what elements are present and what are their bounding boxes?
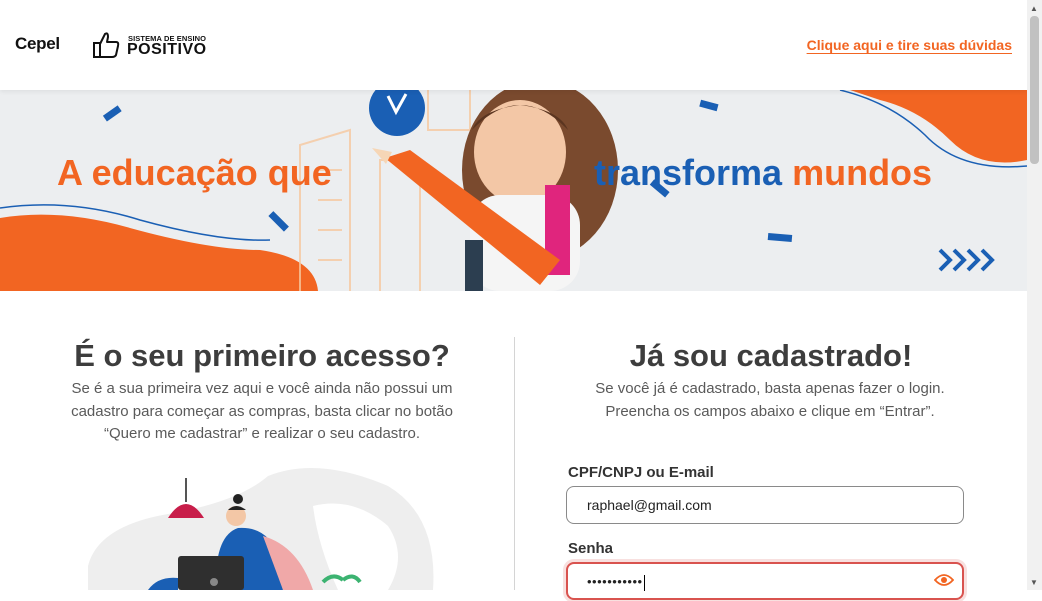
email-label: CPF/CNPJ ou E-mail — [568, 464, 714, 481]
login-title: Já sou cadastrado! — [629, 338, 913, 373]
help-link[interactable]: Clique aqui e tire suas dúvidas — [807, 37, 1012, 53]
hero-banner: A educação que transforma mundos — [0, 90, 1027, 291]
eye-icon[interactable] — [934, 573, 954, 587]
password-label: Senha — [568, 540, 614, 557]
email-value: raphael@gmail.com — [587, 497, 712, 513]
scroll-up-icon[interactable]: ▲ — [1030, 4, 1038, 13]
chevron-arrows-icon — [938, 248, 995, 272]
cepel-logo[interactable]: Cepel — [15, 34, 60, 54]
text-caret — [643, 575, 645, 592]
login-description-line-2: Preencha os campos abaixo e clique em “E… — [605, 402, 935, 420]
positivo-thumb-icon — [93, 32, 120, 58]
scroll-thumb[interactable] — [1030, 16, 1039, 164]
banner-word-transforma: transforma — [594, 152, 783, 193]
person-laptop-illustration — [88, 468, 434, 590]
banner-word-mundos: mundos — [792, 152, 933, 193]
banner-headline-right: transforma mundos — [594, 152, 932, 194]
password-field[interactable]: ••••••••••• — [566, 562, 964, 600]
positivo-logo[interactable]: SISTEMA DE ENSINO POSITIVO — [90, 29, 215, 61]
password-value: ••••••••••• — [587, 574, 643, 589]
first-access-title: É o seu primeiro acesso? — [74, 338, 450, 373]
login-description-line-1: Se você já é cadastrado, basta apenas fa… — [595, 380, 945, 397]
page-scrollbar[interactable]: ▲ ▼ — [1027, 0, 1042, 590]
positivo-title: POSITIVO — [127, 41, 207, 58]
scroll-down-icon[interactable]: ▼ — [1030, 578, 1038, 587]
login-description: Se você já é cadastrado, basta apenas fa… — [540, 378, 1000, 423]
first-access-description: Se é a sua primeira vez aqui e você aind… — [71, 380, 453, 442]
site-header: Cepel SISTEMA DE ENSINO POSITIVO Clique … — [0, 0, 1027, 90]
email-field[interactable]: raphael@gmail.com — [566, 486, 964, 524]
column-divider — [514, 337, 515, 590]
banner-headline-left: A educação que — [57, 152, 332, 193]
